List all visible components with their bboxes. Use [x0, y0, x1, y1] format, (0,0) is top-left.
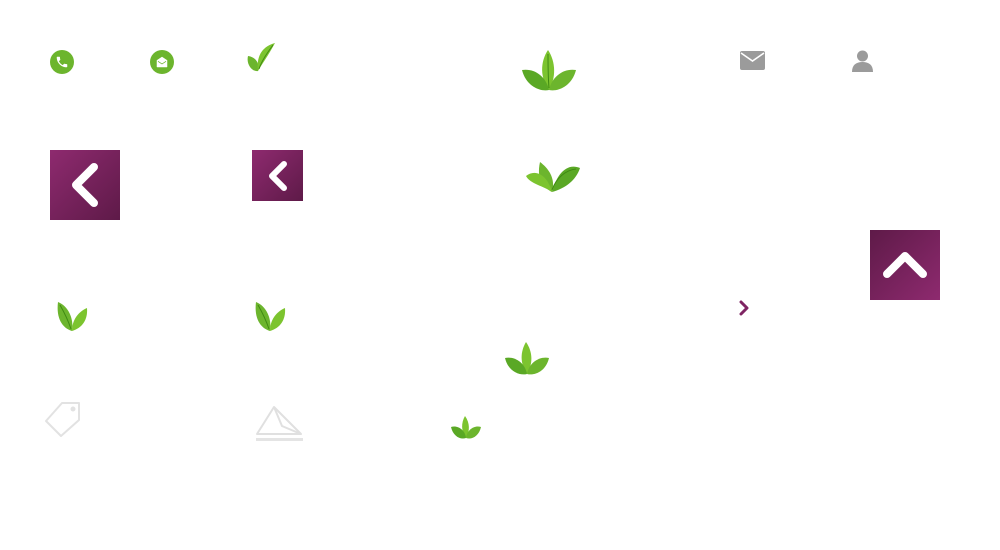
chevron-left-button-large[interactable]: [50, 150, 120, 220]
chevron-left-icon: [72, 163, 98, 207]
chevron-left-icon: [268, 160, 287, 191]
envelope-icon[interactable]: [740, 51, 765, 70]
chevron-right-icon[interactable]: [738, 300, 750, 316]
leaves-icon: [451, 414, 481, 440]
leaf-icon: [244, 42, 276, 74]
scroll-to-top-button[interactable]: [870, 230, 940, 300]
tag-icon: [44, 400, 82, 438]
mail-open-icon[interactable]: [150, 50, 174, 74]
user-icon[interactable]: [852, 50, 873, 72]
chevron-up-icon: [883, 252, 927, 278]
leaves-icon: [526, 152, 580, 194]
chevron-left-button-small[interactable]: [252, 150, 303, 201]
paper-plane-icon: [254, 404, 304, 444]
leaves-icon: [522, 48, 576, 92]
phone-icon[interactable]: [50, 50, 74, 74]
leaf-icon: [254, 300, 286, 332]
leaf-icon: [56, 300, 88, 332]
leaves-icon: [505, 340, 549, 376]
